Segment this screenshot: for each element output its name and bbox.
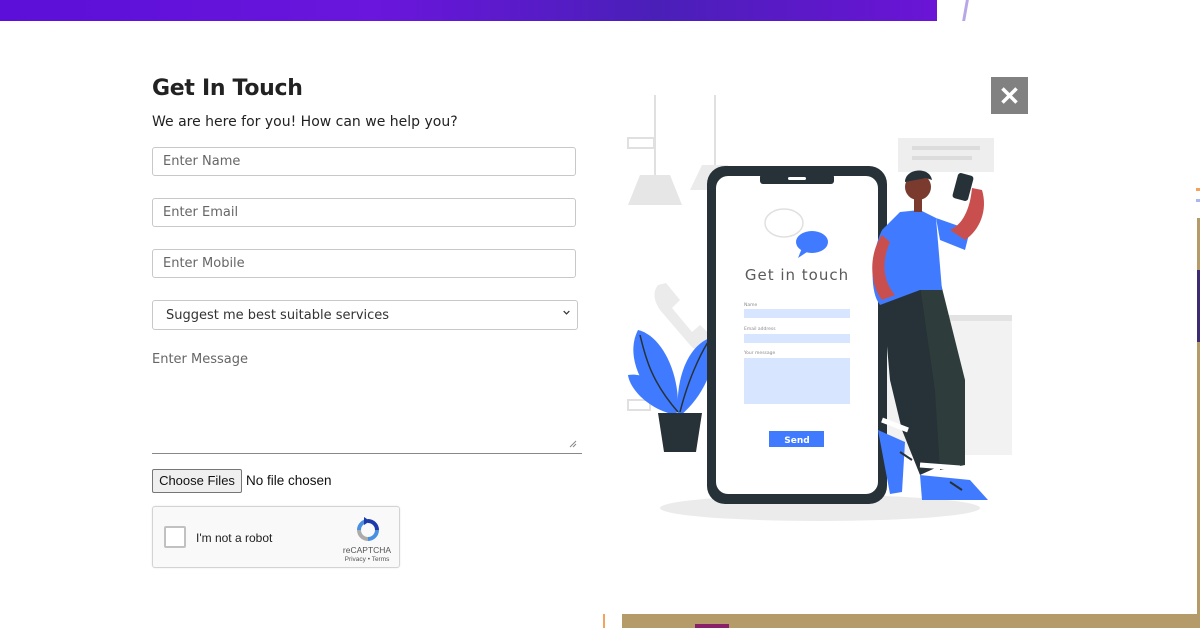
- service-select[interactable]: Suggest me best suitable services: [152, 300, 578, 330]
- chevron-down-icon: [563, 310, 570, 315]
- recaptcha-links: Privacy • Terms: [344, 556, 390, 563]
- background-footer-mark: [695, 624, 729, 628]
- illustration-field-name: Name: [744, 302, 758, 308]
- recaptcha-widget: I'm not a robot reCAPTCHA Privacy • Term…: [152, 506, 400, 568]
- background-footer-accent: [603, 614, 605, 628]
- resize-handle-icon[interactable]: [569, 440, 577, 448]
- recaptcha-logo-icon: [357, 517, 379, 541]
- background-side-dots: [1196, 188, 1200, 204]
- background-accent: [962, 0, 969, 21]
- recaptcha-label: I'm not a robot: [196, 531, 273, 545]
- illustration-send-label: Send: [784, 436, 809, 446]
- illustration-field-message: Your message: [743, 350, 775, 356]
- phone: Get in touch Name Email address Your mes…: [707, 166, 887, 504]
- recaptcha-checkbox[interactable]: [164, 526, 186, 548]
- contact-illustration: Get in touch Name Email address Your mes…: [627, 95, 1012, 521]
- illustration-field-email: Email address: [744, 326, 776, 332]
- choose-files-button[interactable]: Choose Files: [152, 469, 242, 493]
- name-input[interactable]: [152, 147, 576, 176]
- modal-title: Get In Touch: [152, 76, 303, 101]
- email-input[interactable]: [152, 198, 576, 227]
- mobile-input[interactable]: [152, 249, 576, 278]
- message-placeholder: Enter Message: [152, 352, 249, 367]
- modal-subtitle: We are here for you! How can we help you…: [152, 114, 458, 130]
- illustration-heading: Get in touch: [745, 266, 849, 284]
- file-status-text: No file chosen: [246, 473, 332, 488]
- recaptcha-brand: reCAPTCHA: [342, 545, 392, 555]
- plant: [628, 330, 714, 452]
- service-select-value: Suggest me best suitable services: [166, 308, 390, 323]
- background-banner: [0, 0, 937, 21]
